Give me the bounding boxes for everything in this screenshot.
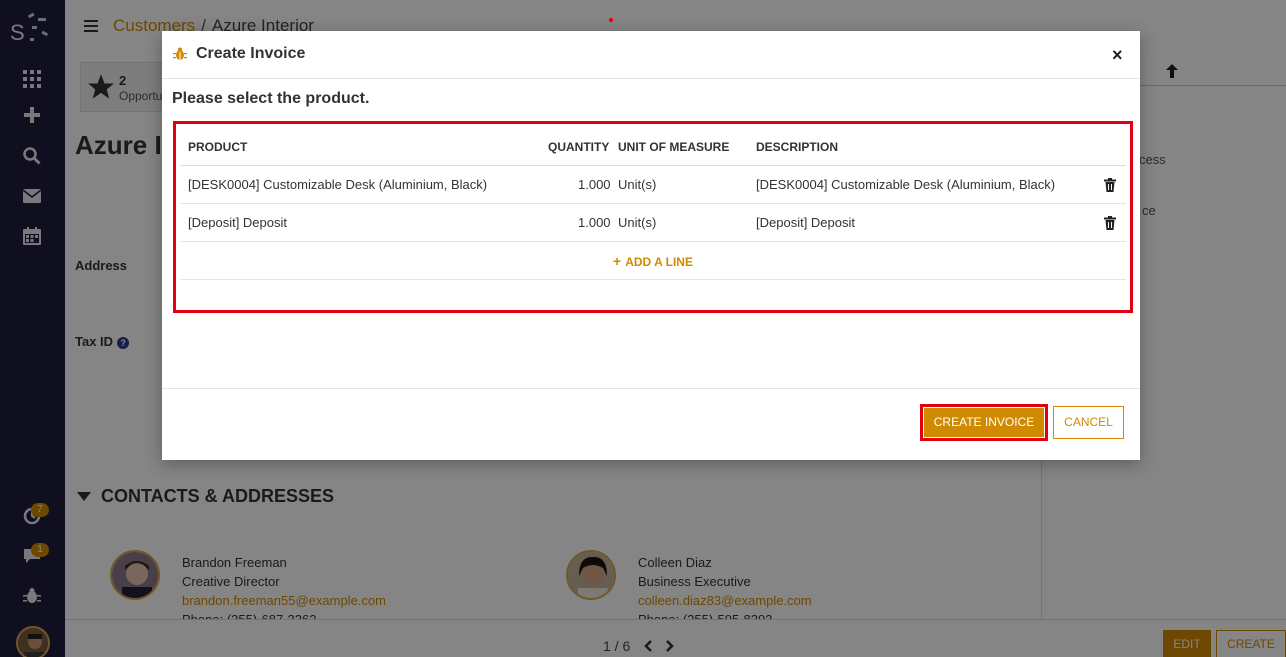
close-icon[interactable]: × <box>1112 45 1123 66</box>
column-header-product[interactable]: PRODUCT <box>188 128 247 166</box>
trash-icon[interactable] <box>1104 216 1116 230</box>
table-header: PRODUCT QUANTITY UNIT OF MEASURE DESCRIP… <box>180 128 1126 166</box>
cell-uom[interactable]: Unit(s) <box>618 204 656 242</box>
create-invoice-highlight: CREATE INVOICE <box>920 404 1048 441</box>
plus-icon: + <box>613 253 622 269</box>
cell-description[interactable]: [DESK0004] Customizable Desk (Aluminium,… <box>756 166 1055 204</box>
cell-description[interactable]: [Deposit] Deposit <box>756 204 855 242</box>
column-header-quantity[interactable]: QUANTITY <box>548 128 609 166</box>
add-line-button[interactable]: + ADD A LINE <box>180 242 1126 280</box>
create-invoice-dialog: Create Invoice × Please select the produ… <box>162 31 1140 460</box>
dialog-header: Create Invoice × <box>162 31 1140 79</box>
dialog-footer: CREATE INVOICE CANCEL <box>162 388 1140 460</box>
table-row[interactable]: [DESK0004] Customizable Desk (Aluminium,… <box>180 166 1126 204</box>
dialog-title: Create Invoice <box>196 45 306 62</box>
table-row[interactable]: [Deposit] Deposit 1.000 Unit(s) [Deposit… <box>180 204 1126 242</box>
create-invoice-button[interactable]: CREATE INVOICE <box>924 408 1044 437</box>
cell-uom[interactable]: Unit(s) <box>618 166 656 204</box>
cell-quantity[interactable]: 1.000 <box>578 166 611 204</box>
product-lines-table: PRODUCT QUANTITY UNIT OF MEASURE DESCRIP… <box>173 121 1133 313</box>
cell-product[interactable]: [Deposit] Deposit <box>188 204 287 242</box>
dialog-prompt: Please select the product. <box>172 90 370 107</box>
cell-product[interactable]: [DESK0004] Customizable Desk (Aluminium,… <box>188 166 487 204</box>
cell-quantity[interactable]: 1.000 <box>578 204 611 242</box>
bug-debug-icon <box>173 47 187 60</box>
add-line-label: ADD A LINE <box>625 255 693 269</box>
column-header-uom[interactable]: UNIT OF MEASURE <box>618 128 729 166</box>
column-header-description[interactable]: DESCRIPTION <box>756 128 838 166</box>
cancel-button[interactable]: CANCEL <box>1053 406 1124 439</box>
cursor-marker <box>609 18 613 22</box>
trash-icon[interactable] <box>1104 178 1116 192</box>
